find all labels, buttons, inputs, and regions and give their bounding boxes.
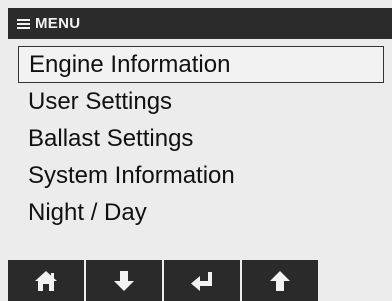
down-button[interactable] bbox=[86, 260, 164, 301]
menu-item-label: System Information bbox=[28, 161, 235, 189]
header-title: MENU bbox=[35, 15, 81, 32]
enter-icon bbox=[191, 271, 212, 291]
menu-item-label: Night / Day bbox=[28, 198, 147, 226]
menu-item-ballast-settings[interactable]: Ballast Settings bbox=[18, 120, 384, 157]
menu-item-night-day[interactable]: Night / Day bbox=[18, 194, 384, 231]
home-icon bbox=[35, 270, 57, 291]
menu-item-user-settings[interactable]: User Settings bbox=[18, 83, 384, 120]
up-button[interactable] bbox=[242, 260, 320, 301]
menu-header: MENU bbox=[8, 8, 392, 39]
home-button[interactable] bbox=[8, 260, 86, 301]
enter-button[interactable] bbox=[164, 260, 242, 301]
menu-item-label: User Settings bbox=[28, 87, 173, 115]
menu-item-label: Ballast Settings bbox=[28, 124, 194, 152]
menu-item-label: Engine Information bbox=[29, 50, 231, 78]
arrow-down-icon bbox=[114, 270, 134, 291]
arrow-up-icon bbox=[270, 270, 290, 291]
menu-list: Engine Information User Settings Ballast… bbox=[18, 46, 384, 231]
toolbar-spacer bbox=[320, 260, 392, 301]
navigation-toolbar bbox=[8, 260, 392, 301]
menu-item-engine-information[interactable]: Engine Information bbox=[18, 46, 384, 83]
menu-item-system-information[interactable]: System Information bbox=[18, 157, 384, 194]
menu-screen: MENU Engine Information User Settings Ba… bbox=[0, 0, 392, 301]
hamburger-menu-icon bbox=[17, 18, 30, 29]
